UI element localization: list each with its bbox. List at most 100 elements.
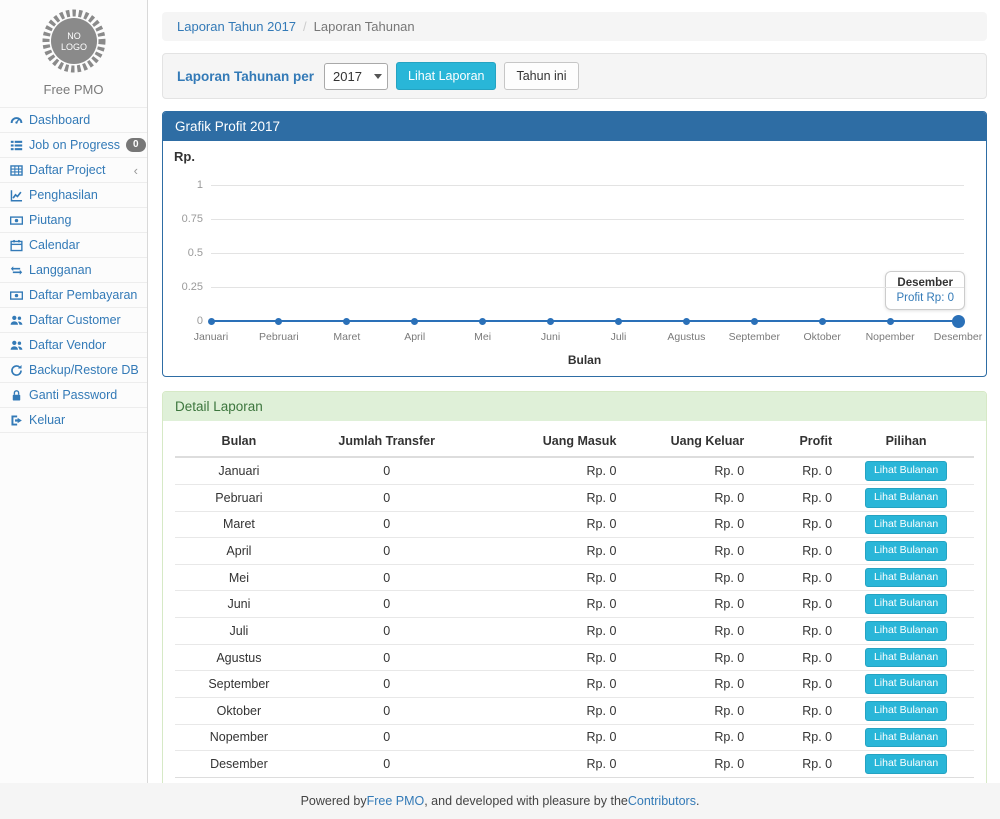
cell-bulan: Agustus xyxy=(175,644,303,671)
cell-bulan: Nopember xyxy=(175,724,303,751)
view-month-button[interactable]: Lihat Bulanan xyxy=(865,648,947,668)
cell-jumlah: 0 xyxy=(303,751,471,778)
sidebar-item-label: Langganan xyxy=(29,263,92,277)
detail-report-panel: Detail Laporan Bulan Jumlah Transfer Uan… xyxy=(162,391,987,783)
view-month-button[interactable]: Lihat Bulanan xyxy=(865,488,947,508)
sidebar-item-label: Ganti Password xyxy=(29,388,117,402)
cell-keluar: Rp. 0 xyxy=(622,698,750,725)
table-row: Nopember 0 Rp. 0 Rp. 0 Rp. 0 Lihat Bulan… xyxy=(175,724,974,751)
logo-area: NO LOGO Free PMO xyxy=(0,0,147,107)
footer-link-contributors[interactable]: Contributors xyxy=(628,794,696,808)
sidebar-item-keluar[interactable]: Keluar xyxy=(0,407,147,433)
line-chart-icon xyxy=(9,189,23,202)
year-select[interactable]: 2017 xyxy=(324,63,388,90)
sidebar-item-daftar-pembayaran[interactable]: Daftar Pembayaran xyxy=(0,282,147,307)
view-report-button[interactable]: Lihat Laporan xyxy=(396,62,496,90)
cell-bulan: Juli xyxy=(175,618,303,645)
cell-keluar: Rp. 0 xyxy=(622,564,750,591)
cell-keluar: Rp. 0 xyxy=(622,671,750,698)
cell-jumlah: 0 xyxy=(303,671,471,698)
table-row: Januari 0 Rp. 0 Rp. 0 Rp. 0 Lihat Bulana… xyxy=(175,457,974,484)
sidebar-item-daftar-vendor[interactable]: Daftar Vendor xyxy=(0,332,147,357)
x-tick-label: April xyxy=(377,331,453,343)
data-point-desember[interactable] xyxy=(952,315,965,328)
cell-keluar: Rp. 0 xyxy=(622,644,750,671)
view-month-button[interactable]: Lihat Bulanan xyxy=(865,568,947,588)
sidebar-item-backup-restore-db[interactable]: Backup/Restore DB xyxy=(0,357,147,382)
data-point-september[interactable] xyxy=(751,318,758,325)
cell-masuk: Rp. 0 xyxy=(471,671,623,698)
sidebar-item-label: Calendar xyxy=(29,238,80,252)
data-point-juni[interactable] xyxy=(547,318,554,325)
table-row: April 0 Rp. 0 Rp. 0 Rp. 0 Lihat Bulanan xyxy=(175,538,974,565)
sidebar-item-label: Daftar Project xyxy=(29,163,105,177)
cell-jumlah: 0 xyxy=(303,511,471,538)
sidebar-menu: Dashboard Job on Progress 0 Daftar Proje… xyxy=(0,107,147,433)
grid-line xyxy=(211,219,964,220)
table-row: Pebruari 0 Rp. 0 Rp. 0 Rp. 0 Lihat Bulan… xyxy=(175,484,974,511)
sidebar-item-penghasilan[interactable]: Penghasilan xyxy=(0,182,147,207)
y-tick-label: 0.25 xyxy=(163,280,203,294)
cell-profit: Rp. 0 xyxy=(750,538,838,565)
sidebar-item-daftar-project[interactable]: Daftar Project ‹ xyxy=(0,157,147,182)
x-tick-label: Juli xyxy=(580,331,656,343)
view-month-button[interactable]: Lihat Bulanan xyxy=(865,621,947,641)
grid-line xyxy=(211,287,964,288)
x-tick-label: Nopember xyxy=(852,331,928,343)
cell-jumlah: 0 xyxy=(303,698,471,725)
data-point-nopember[interactable] xyxy=(887,318,894,325)
view-month-button[interactable]: Lihat Bulanan xyxy=(865,515,947,535)
view-month-button[interactable]: Lihat Bulanan xyxy=(865,541,947,561)
view-month-button[interactable]: Lihat Bulanan xyxy=(865,754,947,774)
footer-link-freepmo[interactable]: Free PMO xyxy=(367,794,425,808)
view-month-button[interactable]: Lihat Bulanan xyxy=(865,594,947,614)
sidebar-item-label: Piutang xyxy=(29,213,71,227)
data-point-april[interactable] xyxy=(411,318,418,325)
profit-chart-panel: Grafik Profit 2017 Rp. Desember Profit R… xyxy=(162,111,987,377)
data-point-agustus[interactable] xyxy=(683,318,690,325)
x-tick-label: Juni xyxy=(513,331,589,343)
cell-keluar: Rp. 0 xyxy=(622,751,750,778)
data-point-oktober[interactable] xyxy=(819,318,826,325)
dashboard-icon xyxy=(9,114,23,127)
sidebar-item-daftar-customer[interactable]: Daftar Customer xyxy=(0,307,147,332)
breadcrumb-separator: / xyxy=(303,19,307,34)
view-month-button[interactable]: Lihat Bulanan xyxy=(865,728,947,748)
sign-out-icon xyxy=(9,414,23,427)
data-point-mei[interactable] xyxy=(479,318,486,325)
sidebar-item-dashboard[interactable]: Dashboard xyxy=(0,107,147,132)
cell-profit: Rp. 0 xyxy=(750,564,838,591)
breadcrumb: Laporan Tahun 2017/Laporan Tahunan xyxy=(162,12,987,41)
cell-bulan: September xyxy=(175,671,303,698)
table-row: Desember 0 Rp. 0 Rp. 0 Rp. 0 Lihat Bulan… xyxy=(175,751,974,778)
footer-text-prefix: Powered by xyxy=(301,794,367,808)
sidebar-item-job-on-progress[interactable]: Job on Progress 0 xyxy=(0,132,147,157)
view-month-button[interactable]: Lihat Bulanan xyxy=(865,674,947,694)
x-tick-label: Agustus xyxy=(648,331,724,343)
breadcrumb-link[interactable]: Laporan Tahun 2017 xyxy=(177,19,296,34)
sidebar-item-piutang[interactable]: Piutang xyxy=(0,207,147,232)
table-icon xyxy=(9,164,23,177)
y-tick-label: 0.75 xyxy=(163,212,203,226)
cell-profit: Rp. 0 xyxy=(750,618,838,645)
col-pilihan: Pilihan xyxy=(838,426,974,457)
cell-jumlah: 0 xyxy=(303,484,471,511)
data-point-januari[interactable] xyxy=(208,318,215,325)
view-month-button[interactable]: Lihat Bulanan xyxy=(865,461,947,481)
data-point-pebruari[interactable] xyxy=(275,318,282,325)
cell-jumlah: 0 xyxy=(303,644,471,671)
view-month-button[interactable]: Lihat Bulanan xyxy=(865,701,947,721)
cell-masuk: Rp. 0 xyxy=(471,564,623,591)
data-point-maret[interactable] xyxy=(343,318,350,325)
sidebar-item-ganti-password[interactable]: Ganti Password xyxy=(0,382,147,407)
cell-jumlah: 0 xyxy=(303,618,471,645)
refresh-icon xyxy=(9,364,23,377)
cell-keluar: Rp. 0 xyxy=(622,511,750,538)
y-axis-title: Rp. xyxy=(174,149,195,164)
sidebar-item-langganan[interactable]: Langganan xyxy=(0,257,147,282)
sidebar-item-calendar[interactable]: Calendar xyxy=(0,232,147,257)
this-year-button[interactable]: Tahun ini xyxy=(504,62,578,90)
data-point-juli[interactable] xyxy=(615,318,622,325)
sidebar-item-label: Penghasilan xyxy=(29,188,98,202)
cell-bulan: Januari xyxy=(175,457,303,484)
